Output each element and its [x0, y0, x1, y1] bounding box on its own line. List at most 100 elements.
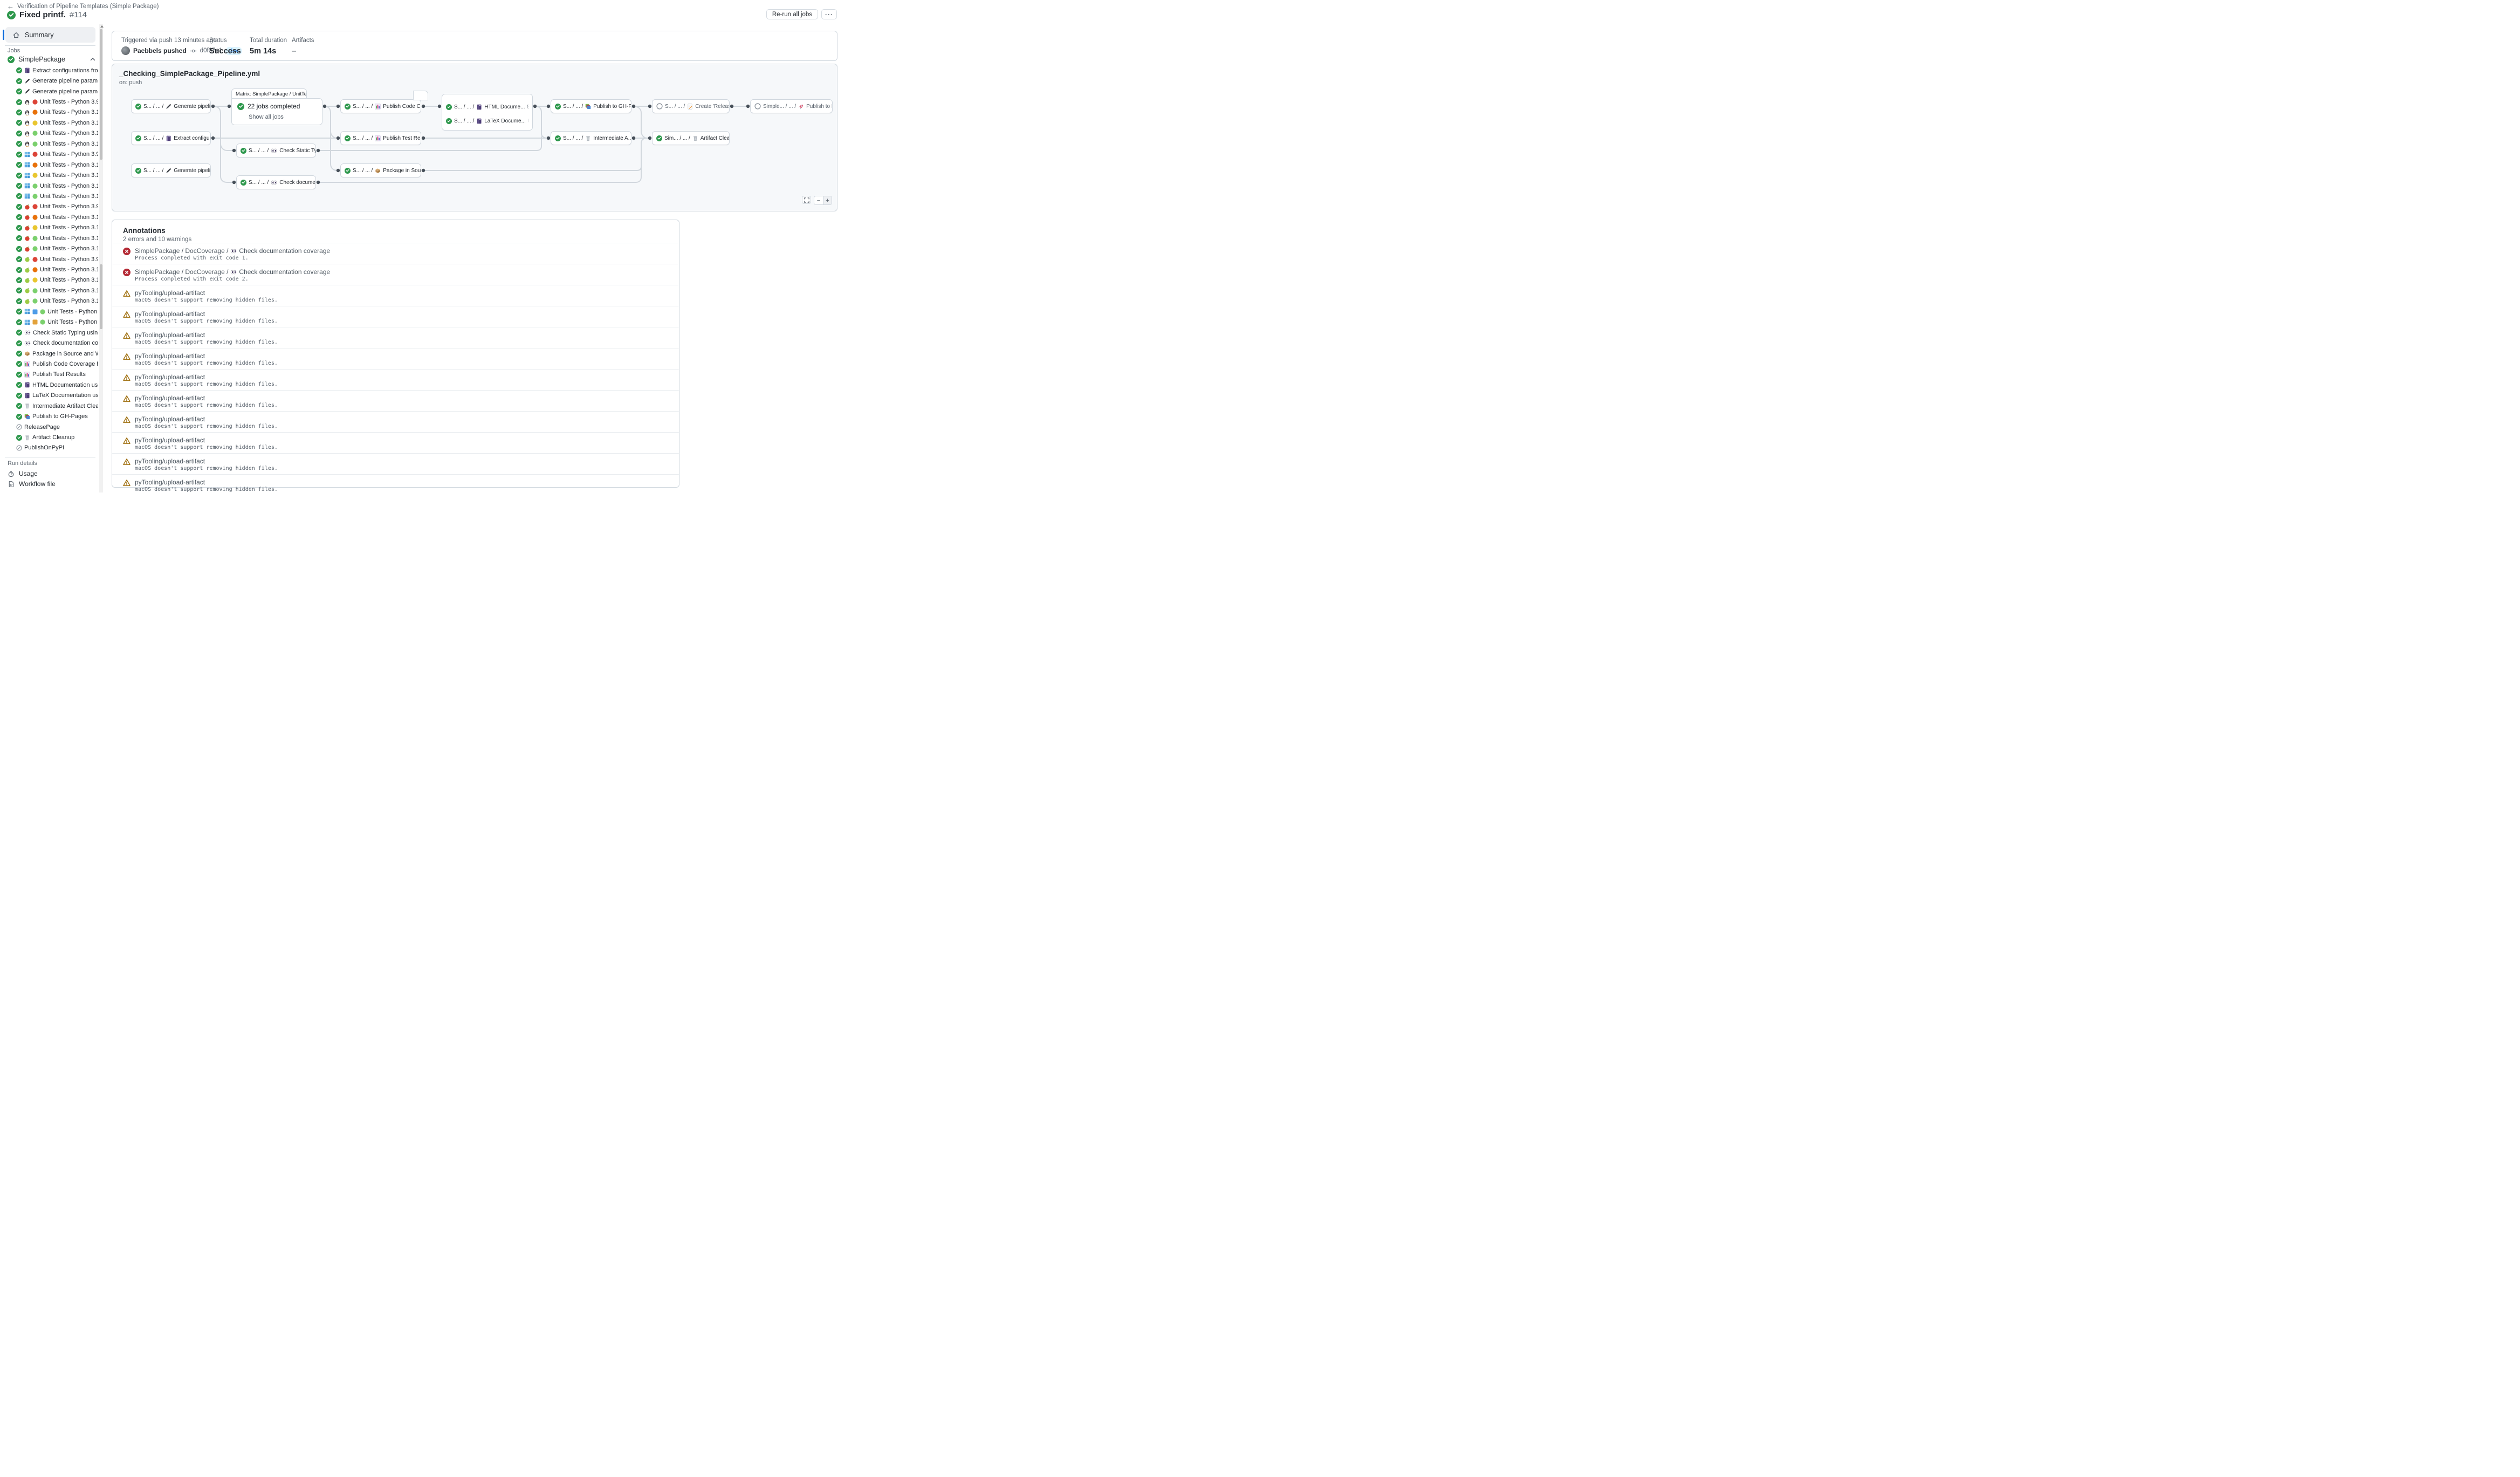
annotation-title[interactable]: pyTooling/upload-artifact: [135, 457, 205, 465]
sidebar-job-item[interactable]: Unit Tests - Python 3.10: [0, 212, 98, 222]
annotation-title[interactable]: pyTooling/upload-artifact: [135, 373, 205, 381]
graph-node-extract-configurations[interactable]: S... / ... /Extract configur...4s: [131, 131, 211, 145]
zoom-out-button[interactable]: −: [814, 196, 823, 204]
breadcrumb[interactable]: ← Verification of Pipeline Templates (Si…: [7, 2, 159, 10]
sidebar-job-item[interactable]: Unit Tests - Python 3.11: [0, 170, 98, 180]
sidebar-item-summary[interactable]: Summary: [5, 27, 95, 43]
annotation-title[interactable]: pyTooling/upload-artifact: [135, 331, 205, 339]
sidebar-job-item[interactable]: Unit Tests - Python 3.12: [0, 306, 98, 317]
annotation-title[interactable]: SimplePackage / DocCoverage /Check docum…: [135, 268, 330, 276]
graph-node-publish-to-pypi[interactable]: Simple... / ... /Publish to PyPI: [750, 99, 833, 113]
sidebar-job-item[interactable]: Unit Tests - Python 3.10: [0, 264, 98, 275]
annotation-title[interactable]: pyTooling/upload-artifact: [135, 289, 205, 297]
graph-node-package-source-wheel[interactable]: S... / ... /Package in Sou...18s: [340, 163, 421, 177]
sidebar-job-item[interactable]: Publish to GH-Pages: [0, 411, 98, 421]
annotation-title[interactable]: pyTooling/upload-artifact: [135, 394, 205, 402]
avatar[interactable]: [121, 46, 130, 55]
sidebar-job-item[interactable]: Unit Tests - Python 3.9: [0, 149, 98, 160]
sidebar-job-item[interactable]: LaTeX Documentation using ...: [0, 391, 98, 401]
sidebar-job-item[interactable]: Publish Code Coverage Results: [0, 359, 98, 369]
graph-node-doc-row[interactable]: S... / ... /HTML Docume...55s: [446, 100, 528, 114]
breadcrumb-label[interactable]: Verification of Pipeline Templates (Simp…: [17, 3, 159, 10]
graph-node-publish-gh-pages[interactable]: S... / ... /Publish to GH-P...7s: [551, 99, 631, 113]
annotation-path: SimplePackage / DocCoverage /: [135, 247, 228, 255]
sidebar-job-item[interactable]: Unit Tests - Python 3.9: [0, 202, 98, 212]
annotation-title[interactable]: pyTooling/upload-artifact: [135, 478, 205, 486]
graph-node-check-static-typing[interactable]: S... / ... /Check Static Ty...17s: [236, 143, 316, 158]
sidebar-job-item[interactable]: Extract configurations from p...: [0, 65, 98, 76]
sidebar-group-simplepackage[interactable]: SimplePackage: [8, 56, 96, 63]
graph-node-gen-params-2[interactable]: S... / ... /Generate pipelin...0s: [131, 163, 211, 177]
sidebar-job-item[interactable]: Unit Tests - Python 3.11: [0, 275, 98, 285]
check11-icon: [16, 78, 22, 84]
job-label: Unit Tests - Python 3.11: [40, 120, 98, 126]
sidebar-job-item[interactable]: Unit Tests - Python 3.12: [0, 128, 98, 139]
sidebar-job-item[interactable]: HTML Documentation using ...: [0, 380, 98, 390]
sidebar-job-item[interactable]: Package in Source and Wheel...: [0, 348, 98, 359]
annotation-title[interactable]: SimplePackage / DocCoverage /Check docum…: [135, 247, 330, 255]
graph-node-doc-row[interactable]: S... / ... /LaTeX Docume...51s: [446, 114, 528, 128]
sidebar-job-item[interactable]: Check documentation covera...: [0, 338, 98, 348]
graph-node-artifact-cleanup[interactable]: Sim... / ... /Artifact Cleanup4s: [652, 131, 730, 145]
matrix-tab[interactable]: Matrix: SimplePackage / UnitTest...: [231, 88, 307, 99]
scrollbar-up-arrow[interactable]: [100, 25, 104, 28]
actor-name[interactable]: Paebbels pushed: [133, 47, 187, 54]
sidebar-job-item[interactable]: Unit Tests - Python 3.13: [0, 243, 98, 254]
scrollbar-thumb-2[interactable]: [100, 264, 102, 329]
graph-node-publish-code-coverage[interactable]: S... / ... /Publish Code C...20s: [340, 99, 421, 113]
job-label: Unit Tests - Python 3.11: [40, 172, 98, 179]
sidebar-job-item[interactable]: Generate pipeline parameters: [0, 76, 98, 86]
zoom-control: − +: [814, 196, 832, 205]
sidebar-job-item[interactable]: Unit Tests - Python 3.10: [0, 107, 98, 118]
sidebar-job-item[interactable]: ReleasePage: [0, 422, 98, 432]
sidebar-job-item[interactable]: PublishOnPyPI: [0, 443, 98, 453]
graph-node-gen-params-1[interactable]: S... / ... /Generate pipelin...0s: [131, 99, 211, 113]
sidebar-job-item[interactable]: Check Static Typing using Pyt...: [0, 327, 98, 338]
sidebar-job-item[interactable]: Unit Tests - Python 3.13: [0, 139, 98, 149]
annotation-title[interactable]: pyTooling/upload-artifact: [135, 310, 205, 318]
sidebar-item-workflow-file[interactable]: Workflow file: [8, 480, 56, 488]
sidebar-job-item[interactable]: Unit Tests - Python 3.11: [0, 118, 98, 128]
sidebar-job-item[interactable]: Unit Tests - Python 3.12: [0, 317, 98, 327]
apple-red-icon: [24, 214, 30, 220]
sidebar-item-usage[interactable]: Usage: [8, 470, 38, 477]
chevron-up-icon[interactable]: [90, 56, 96, 63]
sidebar-job-item[interactable]: Unit Tests - Python 3.9: [0, 97, 98, 107]
node-label: Check Static Ty...: [279, 148, 316, 154]
graph-node-check-doc-coverage[interactable]: S... / ... /Check docume...18s: [236, 175, 316, 189]
zoom-in-button[interactable]: +: [823, 196, 832, 204]
book-icon: [24, 393, 30, 399]
sidebar-job-item[interactable]: Unit Tests - Python 3.13: [0, 296, 98, 306]
fullscreen-button[interactable]: [802, 196, 811, 204]
graph-node-intermediate-artifact-cleanup[interactable]: S... / ... /Intermediate A...16s: [551, 131, 631, 145]
node-label: Publish Test Re...: [383, 135, 421, 141]
graph-node-create-release-page[interactable]: S... / ... /Create 'Release Pa...: [652, 99, 730, 113]
sidebar-job-item[interactable]: Intermediate Artifact Cleanup: [0, 401, 98, 411]
sidebar-job-item[interactable]: Unit Tests - Python 3.11: [0, 223, 98, 233]
annotation-title[interactable]: pyTooling/upload-artifact: [135, 415, 205, 423]
back-arrow-icon[interactable]: ←: [7, 2, 14, 10]
sidebar-job-item[interactable]: Unit Tests - Python 3.10: [0, 160, 98, 170]
sidebar-job-item[interactable]: Unit Tests - Python 3.12: [0, 181, 98, 191]
sidebar-scrollbar-thumb[interactable]: [100, 29, 102, 160]
check11-icon: [16, 309, 22, 314]
sidebar-job-item[interactable]: Publish Test Results: [0, 370, 98, 380]
warning-icon: [123, 353, 131, 360]
check11-icon: [16, 204, 22, 210]
node-label: Package in Sou...: [383, 168, 421, 174]
show-all-jobs-link[interactable]: Show all jobs: [249, 114, 284, 120]
graph-node-publish-test-results[interactable]: S... / ... /Publish Test Re...13s: [340, 131, 421, 145]
rerun-all-jobs-button[interactable]: Re-run all jobs: [766, 9, 818, 19]
sidebar-job-item[interactable]: Generate pipeline parameters: [0, 86, 98, 97]
annotation-title[interactable]: pyTooling/upload-artifact: [135, 436, 205, 444]
dot-red-icon: [32, 99, 38, 105]
matrix-card[interactable]: 22 jobs completed Show all jobs: [231, 98, 322, 125]
sidebar-job-item[interactable]: Unit Tests - Python 3.13: [0, 191, 98, 201]
sidebar-job-item[interactable]: Unit Tests - Python 3.9: [0, 254, 98, 264]
sidebar-job-item[interactable]: Artifact Cleanup: [0, 432, 98, 442]
sidebar-job-item[interactable]: Unit Tests - Python 3.12: [0, 285, 98, 296]
sidebar-job-item[interactable]: Unit Tests - Python 3.12: [0, 233, 98, 243]
kebab-menu-button[interactable]: ···: [821, 9, 837, 19]
annotation-title[interactable]: pyTooling/upload-artifact: [135, 352, 205, 360]
check11-icon: [16, 88, 22, 94]
